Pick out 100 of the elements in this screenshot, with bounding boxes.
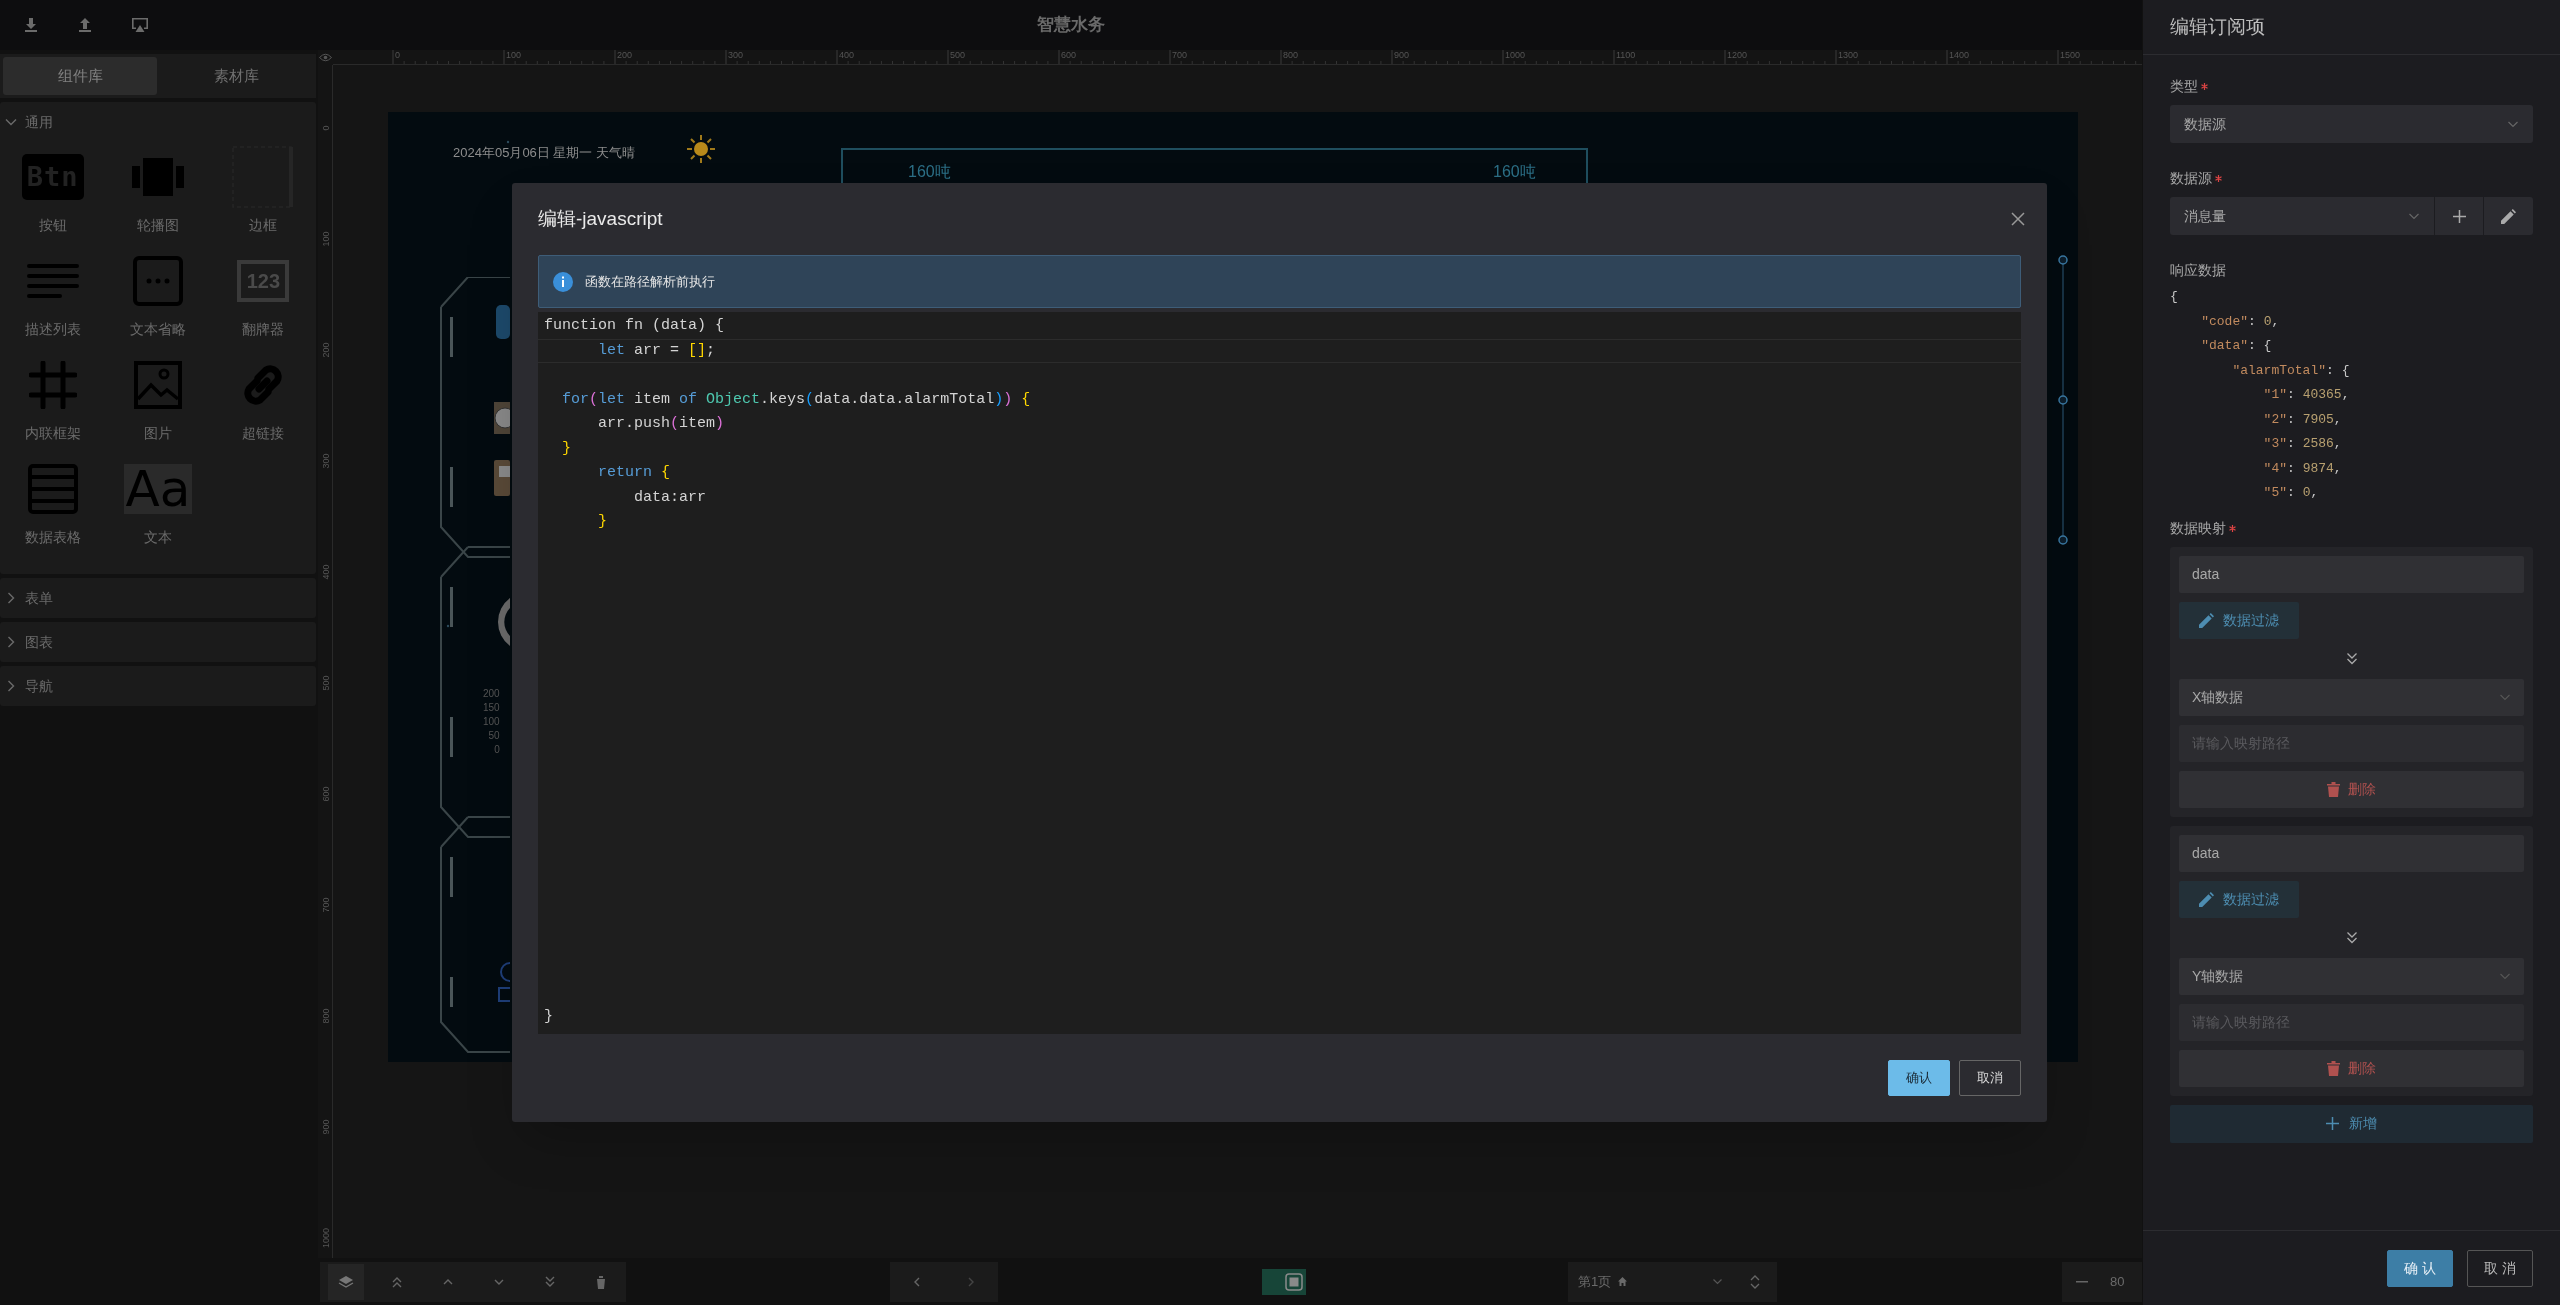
minus-icon[interactable] (2076, 1280, 2088, 1283)
code-line: data:arr (633, 487, 707, 508)
trash-icon (2327, 1060, 2340, 1076)
cancel-button[interactable]: 取消 (1959, 1060, 2021, 1096)
component-item[interactable]: 翻牌器 (242, 319, 285, 340)
add-mapping-button[interactable]: 新增 (2170, 1104, 2533, 1143)
json-line: "3": 2586, (2262, 435, 2343, 453)
ruler-label: 400 (321, 563, 331, 582)
axis-tick-label: 200 (483, 687, 500, 701)
list-icon (26, 264, 79, 298)
axis-select[interactable]: Y轴数据 (2179, 957, 2524, 995)
eye-icon[interactable] (319, 53, 332, 62)
edit-button[interactable] (2483, 197, 2533, 235)
code-line: } (544, 1007, 553, 1025)
select-value: 数据源 (2184, 114, 2226, 134)
close-icon[interactable] (2011, 212, 2025, 226)
ruler-label: 700 (321, 896, 331, 915)
confirm-button[interactable]: 确 认 (2387, 1249, 2453, 1287)
component-item[interactable]: 超链接 (242, 423, 285, 444)
code-line: arr.push(item) (597, 414, 725, 434)
code-line: let arr = []; (597, 340, 716, 361)
code-line: } (561, 438, 571, 459)
pencil-icon (2199, 891, 2214, 907)
tonnage-label: 160吨 (908, 162, 951, 182)
trash-icon (2327, 781, 2340, 797)
double-chevron-down-icon (2345, 652, 2358, 665)
select-value: X轴数据 (2192, 687, 2244, 707)
field-label: 数据映射 (2170, 519, 2226, 538)
axis-tick-label: 0 (494, 743, 500, 757)
info-icon (553, 271, 573, 292)
type-select[interactable]: 数据源 (2170, 105, 2533, 143)
json-line: "2": 7905, (2262, 410, 2343, 429)
axis-tick-label: 100 (483, 715, 500, 729)
component-item[interactable]: 图片 (144, 423, 172, 444)
field-label: 数据源 (2170, 168, 2212, 188)
ruler-label: 900 (321, 1118, 331, 1137)
data-filter-button[interactable]: 数据过滤 (2179, 601, 2299, 639)
confirm-button[interactable]: 确认 (1888, 1060, 1950, 1096)
pencil-icon (2199, 612, 2214, 628)
delete-button[interactable]: 删除 (2179, 770, 2524, 808)
chevron-right-icon[interactable] (5, 592, 17, 604)
cancel-button[interactable]: 取 消 (2467, 1249, 2533, 1287)
sort-icon[interactable] (1749, 1273, 1761, 1290)
zoom-value: 80 (2110, 1272, 2125, 1291)
ruler-label: 1000 (321, 1227, 331, 1250)
ruler-label: 500 (950, 50, 966, 60)
ruler-label: 1200 (1727, 50, 1748, 60)
code-line: for(let item of Object.keys(data.data.alarmTotal)) { (561, 389, 1031, 410)
download-icon[interactable] (23, 17, 39, 33)
ruler-label: 200 (321, 341, 331, 360)
component-item[interactable]: 文本省略 (130, 319, 186, 340)
section-header[interactable]: 表单 (25, 587, 53, 609)
field-label: 类型 (2170, 76, 2198, 96)
source-select[interactable]: 消息量 (2170, 197, 2434, 235)
library-tab[interactable]: 组件库 (3, 57, 157, 95)
ruler-label: 600 (321, 785, 331, 804)
component-item[interactable]: 文本 (144, 527, 172, 548)
data-filter-button[interactable]: 数据过滤 (2179, 880, 2299, 918)
delete-button[interactable]: 删除 (2179, 1049, 2524, 1087)
json-line: "5": 0, (2262, 484, 2320, 502)
page-select[interactable]: 第1页 (1568, 1261, 1733, 1302)
screen-icon[interactable] (131, 17, 149, 33)
component-item[interactable]: 按钮 (38, 215, 67, 236)
chevron-right-icon[interactable] (5, 636, 17, 648)
library-tab[interactable]: 素材库 (159, 57, 313, 95)
panel-title: 编辑订阅项 (2170, 14, 2265, 39)
ruler-label: 1100 (1616, 50, 1636, 60)
component-item[interactable]: 边框 (249, 215, 278, 236)
axis-select[interactable]: X轴数据 (2179, 678, 2524, 716)
json-line: "1": 40365, (2262, 386, 2351, 404)
json-line: "data": { (2200, 337, 2273, 355)
chevron-right-icon[interactable] (5, 680, 17, 692)
component-item[interactable]: 描述列表 (24, 319, 81, 340)
fit-screen-button[interactable] (1262, 1268, 1306, 1295)
code-line: } (597, 512, 607, 532)
plus-icon (2452, 209, 2466, 223)
section-header[interactable]: 导航 (25, 675, 53, 697)
ruler-label: 800 (321, 1007, 331, 1026)
layers-icon[interactable] (337, 1273, 354, 1290)
axis-tick-label: 150 (483, 701, 500, 715)
json-line: "code": 0, (2200, 312, 2281, 331)
ruler-label: 1000 (1505, 50, 1526, 60)
component-item[interactable]: 内联框架 (24, 423, 81, 444)
json-line: "alarmTotal": { (2231, 361, 2351, 380)
select-value: Y轴数据 (2192, 966, 2244, 986)
chevron-down-icon[interactable] (5, 116, 17, 128)
home-icon (1617, 1276, 1629, 1287)
path-field[interactable]: data (2179, 834, 2524, 872)
ruler-label: 300 (321, 452, 331, 471)
upload-icon[interactable] (77, 17, 93, 33)
component-item[interactable]: 数据表格 (24, 527, 81, 548)
app-title: 智慧水务 (1037, 15, 1105, 34)
date-weather-text: 2024年05月06日 星期一 天气晴 (453, 144, 636, 162)
sun-icon (686, 134, 716, 164)
section-header[interactable]: 通用 (25, 111, 53, 133)
path-field[interactable]: data (2179, 555, 2524, 593)
component-item[interactable]: 轮播图 (137, 215, 179, 236)
section-header[interactable]: 图表 (25, 631, 53, 653)
code-editor[interactable]: function fn (data) { let arr = []; for(let item of Object.keys(data.data.alarmTotal)) { arr.push(item) } return { data:arr } } (538, 312, 2021, 1034)
table-icon (27, 464, 78, 514)
